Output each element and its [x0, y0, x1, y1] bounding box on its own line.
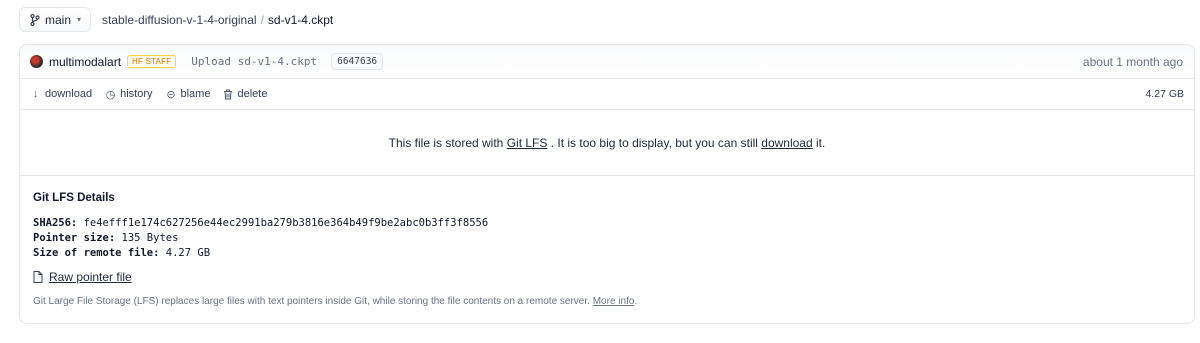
- branch-selector-button[interactable]: main ▾: [19, 7, 92, 32]
- lfs-notice: This file is stored with Git LFS . It is…: [20, 110, 1194, 176]
- download-label: download: [45, 88, 93, 100]
- history-label: history: [120, 88, 153, 100]
- download-button[interactable]: ↓ download: [30, 88, 92, 100]
- download-link[interactable]: download: [761, 136, 812, 150]
- branch-breadcrumb-bar: main ▾ stable-diffusion-v-1-4-original /…: [19, 7, 333, 32]
- remote-size-label: Size of remote file:: [33, 247, 160, 259]
- commit-hash-link[interactable]: 6647636: [331, 53, 384, 70]
- commit-author-link[interactable]: multimodalart: [49, 55, 121, 69]
- raw-pointer-row: Raw pointer file: [33, 270, 1181, 284]
- pointer-size-line: Pointer size: 135 Bytes: [33, 231, 1181, 246]
- git-lfs-link[interactable]: Git LFS: [507, 136, 548, 150]
- breadcrumb: stable-diffusion-v-1-4-original / sd-v1-…: [102, 13, 333, 27]
- blame-icon: ⊝: [166, 88, 176, 101]
- pointer-size-value: 135 Bytes: [121, 232, 179, 244]
- lfs-footnote: Git Large File Storage (LFS) replaces la…: [33, 296, 638, 307]
- download-arrow-icon: ↓: [32, 88, 39, 100]
- last-commit-row: multimodalart HF STAFF Upload sd-v1-4.ck…: [20, 45, 1194, 79]
- more-info-link[interactable]: More info: [593, 296, 635, 307]
- breadcrumb-repo-link[interactable]: stable-diffusion-v-1-4-original: [102, 13, 257, 27]
- lfs-notice-prefix: This file is stored with: [388, 135, 507, 150]
- remote-size-line: Size of remote file: 4.27 GB: [33, 246, 1181, 261]
- blame-button[interactable]: ⊝ blame: [166, 88, 211, 101]
- commit-time: about 1 month ago: [1082, 54, 1183, 69]
- remote-size-value: 4.27 GB: [165, 247, 211, 259]
- git-branch-icon: [30, 13, 40, 26]
- branch-label: main: [45, 12, 72, 27]
- file-actions-row: ↓ download ◷ history ⊝ blame delete 4.27…: [20, 79, 1194, 110]
- blame-label: blame: [180, 88, 211, 100]
- raw-pointer-file-link[interactable]: Raw pointer file: [49, 270, 132, 284]
- commit-message-link[interactable]: Upload sd-v1-4.ckpt: [191, 55, 317, 68]
- breadcrumb-separator: /: [260, 12, 264, 27]
- lfs-notice-middle: . It is too big to display, but you can …: [547, 135, 762, 150]
- sha256-label: SHA256:: [33, 217, 78, 229]
- sha256-line: SHA256: fe4efff1e174c627256e44ec2991ba27…: [33, 216, 1181, 231]
- history-button[interactable]: ◷ history: [105, 88, 153, 101]
- chevron-down-icon: ▾: [77, 15, 82, 24]
- clock-icon: ◷: [105, 88, 116, 101]
- pointer-size-label: Pointer size:: [33, 232, 116, 244]
- delete-button[interactable]: delete: [223, 88, 267, 100]
- lfs-details-section: Git LFS Details SHA256: fe4efff1e174c627…: [20, 176, 1194, 307]
- staff-badge: HF STAFF: [127, 55, 177, 68]
- delete-label: delete: [237, 88, 268, 100]
- file-size: 4.27 GB: [1145, 88, 1184, 100]
- lfs-details-title: Git LFS Details: [33, 192, 115, 204]
- breadcrumb-file-name: sd-v1-4.ckpt: [267, 12, 334, 27]
- sha256-value: fe4efff1e174c627256e44ec2991ba279b3816e3…: [83, 217, 489, 229]
- avatar[interactable]: [30, 55, 43, 68]
- lfs-notice-suffix: it.: [812, 135, 826, 150]
- lfs-footnote-text: Git Large File Storage (LFS) replaces la…: [33, 296, 590, 307]
- file-icon: [33, 271, 43, 283]
- file-panel: multimodalart HF STAFF Upload sd-v1-4.ck…: [19, 44, 1195, 324]
- trash-icon: [224, 89, 233, 99]
